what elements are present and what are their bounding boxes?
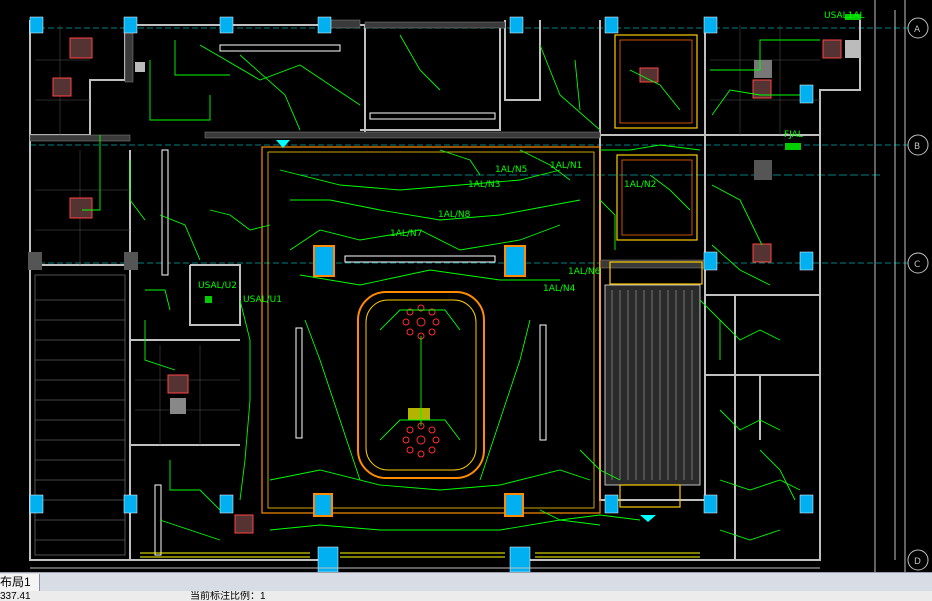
room-label: 1AL/N7 [390,229,422,239]
room-label: USAL1AL [824,11,865,21]
room-label: 1AL/N4 [543,284,576,294]
room-label: FJAL [784,130,803,140]
room-label: 1AL/N2 [624,180,656,190]
floor-plan-svg: A B C D USAL1AL FJAL 1AL/N5 1AL/N1 1AL/N… [0,0,932,572]
label-tag [408,408,430,420]
layout-tab-bar: 布局1 [0,572,932,592]
striped-room [604,284,701,486]
room-label: 1AL/N1 [550,161,582,171]
room-label: 1AL/N6 [568,267,601,277]
tab-layout1-label: 布局1 [0,575,31,589]
status-annotation-scale: 当前标注比例：1 [190,591,266,601]
cad-drawing-canvas[interactable]: A B C D USAL1AL FJAL 1AL/N5 1AL/N1 1AL/N… [0,0,932,572]
svg-text:A: A [914,25,921,35]
svg-text:B: B [914,142,920,152]
svg-text:D: D [914,557,921,567]
tab-layout1[interactable]: 布局1 [0,574,40,592]
room-label: 1AL/N5 [495,165,527,175]
room-label: 1AL/N3 [468,180,500,190]
room-label: 1AL/N8 [438,210,471,220]
room-label: USAL/U1 [243,295,282,305]
room-label: USAL/U2 [198,281,237,291]
status-bar: 337.41 当前标注比例：1 [0,591,932,601]
svg-text:C: C [914,260,920,270]
status-coordinate: 337.41 [0,591,31,601]
